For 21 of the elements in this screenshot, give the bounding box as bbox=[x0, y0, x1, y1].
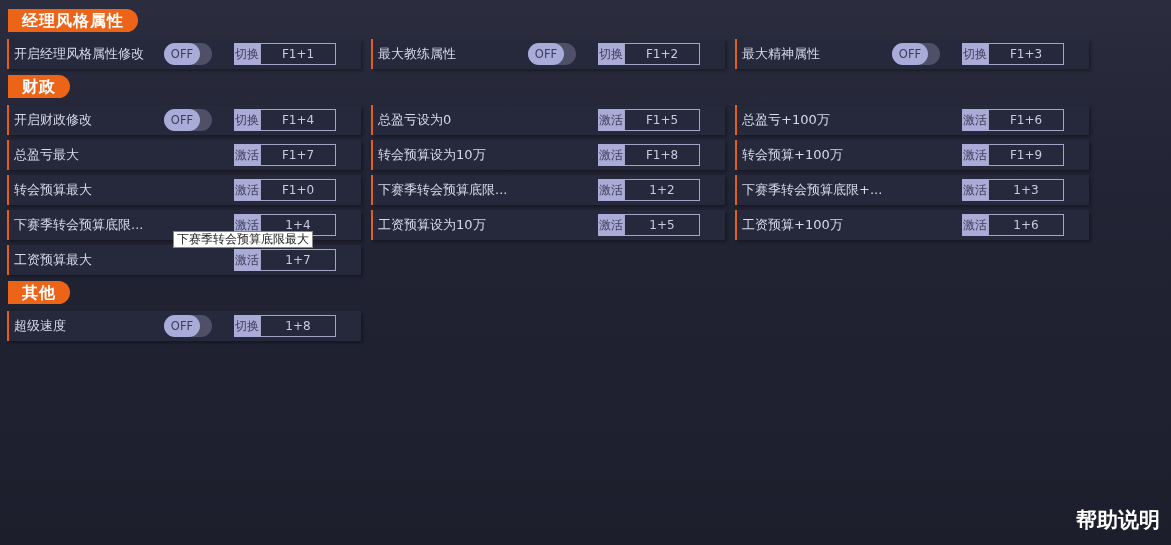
section-title: 其他 bbox=[8, 281, 70, 304]
cheat-label: 最大教练属性 bbox=[378, 45, 457, 64]
cheat-label: 总盈亏设为0 bbox=[378, 111, 453, 130]
cheat-label: 下赛季转会预算底限... bbox=[378, 181, 509, 200]
cheat-label: 下赛季转会预算底限+... bbox=[742, 181, 884, 200]
cheat-label: 转会预算设为10万 bbox=[378, 146, 487, 165]
cheat-label: 超级速度 bbox=[14, 317, 67, 336]
cheat-label: 总盈亏最大 bbox=[14, 146, 80, 165]
cheat-label: 开启经理风格属性修改 bbox=[14, 45, 145, 64]
cheat-label: 总盈亏+100万 bbox=[742, 111, 831, 130]
cheat-label: 转会预算+100万 bbox=[742, 146, 844, 165]
cheat-label: 工资预算设为10万 bbox=[378, 216, 487, 235]
cheat-label: 工资预算+100万 bbox=[742, 216, 844, 235]
cheat-label: 转会预算最大 bbox=[14, 181, 93, 200]
cheat-label: 下赛季转会预算底限... bbox=[14, 216, 145, 235]
section-title: 经理风格属性 bbox=[8, 9, 138, 32]
section-title: 财政 bbox=[8, 75, 70, 98]
cheat-label: 开启财政修改 bbox=[14, 111, 93, 130]
cheat-label: 最大精神属性 bbox=[742, 45, 821, 64]
cheat-label: 工资预算最大 bbox=[14, 251, 93, 270]
tooltip: 下赛季转会预算底限最大 bbox=[173, 231, 313, 248]
